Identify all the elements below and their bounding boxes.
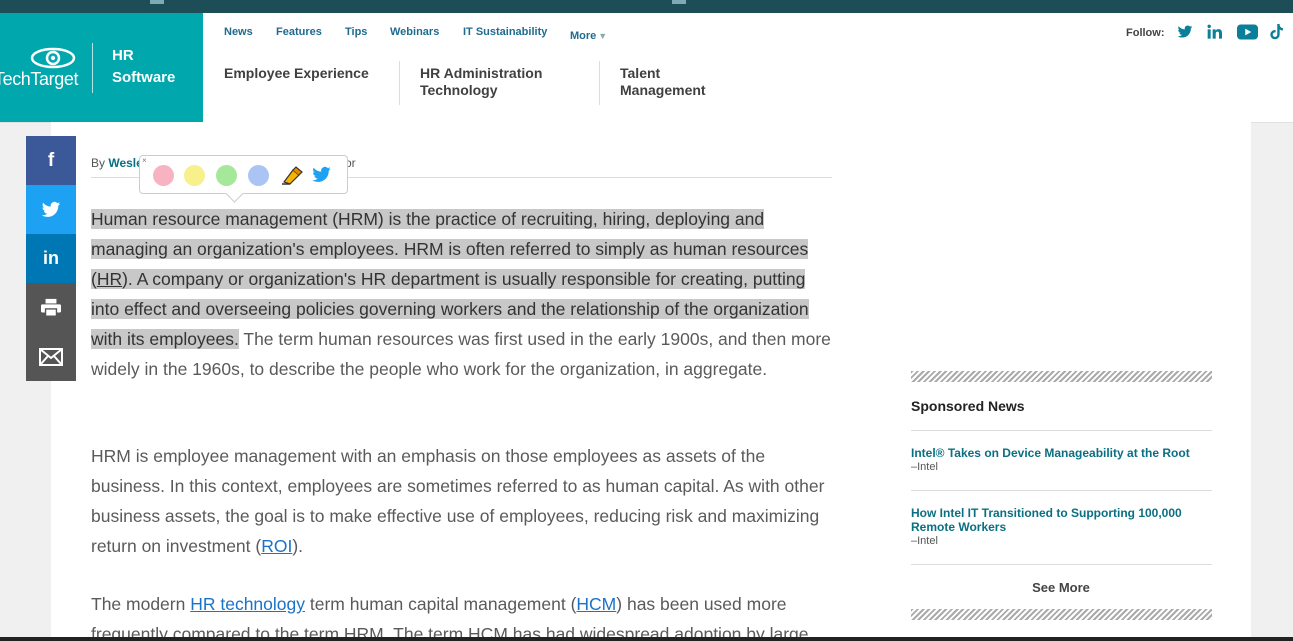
mainnav-talent-management[interactable]: Talent Management bbox=[620, 65, 706, 99]
mainnav-label-line2: Technology bbox=[420, 82, 498, 98]
news-divider bbox=[911, 490, 1212, 491]
linkedin-icon: in bbox=[43, 248, 59, 268]
linkedin-icon[interactable] bbox=[1207, 24, 1223, 40]
twitter-icon[interactable] bbox=[310, 165, 333, 185]
print-icon bbox=[41, 298, 61, 317]
mainnav-hr-administration-technology[interactable]: HR Administration Technology bbox=[420, 65, 542, 99]
mainnav-employee-experience[interactable]: Employee Experience bbox=[224, 65, 369, 82]
mainnav-label: Employee Experience bbox=[224, 65, 369, 81]
byline-prefix: By bbox=[91, 156, 109, 170]
roi-link[interactable]: ROI bbox=[261, 536, 292, 556]
author-link[interactable]: Wesle bbox=[108, 156, 142, 170]
browser-top-strip bbox=[0, 0, 1293, 13]
follow-label: Follow: bbox=[1126, 27, 1165, 39]
sponsored-news-source: –Intel bbox=[911, 461, 938, 473]
share-facebook-button[interactable]: f bbox=[26, 136, 76, 185]
text-run: The modern bbox=[91, 594, 191, 614]
popup-close-icon[interactable]: × bbox=[142, 156, 147, 165]
mainnav-label-line2: Management bbox=[620, 82, 706, 98]
strip-mark bbox=[150, 0, 164, 4]
highlight-yellow-button[interactable] bbox=[184, 165, 205, 186]
email-icon bbox=[39, 347, 63, 366]
mainnav-label-line1: HR Administration bbox=[420, 65, 543, 81]
highlight-blue-button[interactable] bbox=[248, 165, 269, 186]
techtarget-eye-icon bbox=[30, 47, 76, 69]
nav-divider bbox=[399, 61, 400, 105]
youtube-icon[interactable] bbox=[1237, 24, 1258, 40]
sponsored-news-heading: Sponsored News bbox=[911, 398, 1025, 414]
share-bar: f in bbox=[26, 136, 76, 381]
topnav-tips[interactable]: Tips bbox=[345, 26, 367, 38]
email-button[interactable] bbox=[26, 332, 76, 381]
mainnav-label-line1: Talent bbox=[620, 65, 661, 81]
twitter-icon bbox=[41, 201, 61, 217]
article-paragraph-1: Human resource management (HRM) is the p… bbox=[91, 204, 836, 384]
section-name-line2: Software bbox=[112, 69, 176, 86]
section-name-line1: HR bbox=[112, 47, 134, 64]
topnav-webinars[interactable]: Webinars bbox=[390, 26, 439, 38]
see-more-link[interactable]: See More bbox=[911, 580, 1211, 595]
byline: By Wesle or bbox=[91, 156, 356, 170]
share-twitter-button[interactable] bbox=[26, 185, 76, 234]
bottom-edge bbox=[0, 637, 1293, 641]
topnav-more[interactable]: More ▼ bbox=[570, 26, 607, 44]
highlight-pink-button[interactable] bbox=[153, 165, 174, 186]
article-paragraph-3: The modern HR technology term human capi… bbox=[91, 589, 836, 637]
highlight-green-button[interactable] bbox=[216, 165, 237, 186]
tiktok-icon[interactable] bbox=[1270, 24, 1284, 40]
brand-name: TechTarget bbox=[0, 69, 79, 89]
topnav-more-label: More bbox=[570, 30, 597, 42]
topnav-features[interactable]: Features bbox=[276, 26, 322, 38]
sponsored-news-link[interactable]: How Intel IT Transitioned to Supporting … bbox=[911, 506, 1211, 534]
topnav-news[interactable]: News bbox=[224, 26, 253, 38]
twitter-icon[interactable] bbox=[1176, 24, 1194, 40]
text-run: ). bbox=[292, 536, 304, 556]
site-header: TechTarget HR Software News Features Tip… bbox=[0, 13, 1293, 123]
topnav-it-sustainability[interactable]: IT Sustainability bbox=[463, 26, 547, 38]
news-divider bbox=[911, 564, 1212, 565]
chevron-down-icon: ▼ bbox=[598, 31, 608, 41]
text-run: term human capital management ( bbox=[305, 594, 577, 614]
share-linkedin-button[interactable]: in bbox=[26, 234, 76, 283]
sponsored-bottom-rule bbox=[911, 609, 1212, 620]
nav-divider bbox=[599, 61, 600, 105]
sponsored-news-source: –Intel bbox=[911, 535, 938, 547]
sponsored-top-rule bbox=[911, 371, 1212, 382]
highlight-popup: × bbox=[139, 155, 348, 203]
news-divider bbox=[911, 430, 1212, 431]
strip-mark bbox=[672, 0, 686, 4]
article-paragraph-2: HRM is employee management with an empha… bbox=[91, 441, 836, 561]
brand-block[interactable]: TechTarget HR Software bbox=[0, 13, 203, 122]
hr-link[interactable]: HR bbox=[97, 269, 122, 289]
facebook-icon: f bbox=[47, 149, 55, 171]
highlighter-icon[interactable] bbox=[281, 165, 303, 185]
print-button[interactable] bbox=[26, 283, 76, 332]
brand-divider bbox=[92, 43, 93, 93]
text-run: HRM is employee management with an empha… bbox=[91, 446, 825, 556]
sponsored-news-link[interactable]: Intel® Takes on Device Manageability at … bbox=[911, 446, 1211, 460]
highlighted-text[interactable]: Human resource management (HRM) is the p… bbox=[91, 209, 809, 349]
hr-technology-link[interactable]: HR technology bbox=[190, 594, 305, 614]
hcm-link[interactable]: HCM bbox=[576, 594, 616, 614]
